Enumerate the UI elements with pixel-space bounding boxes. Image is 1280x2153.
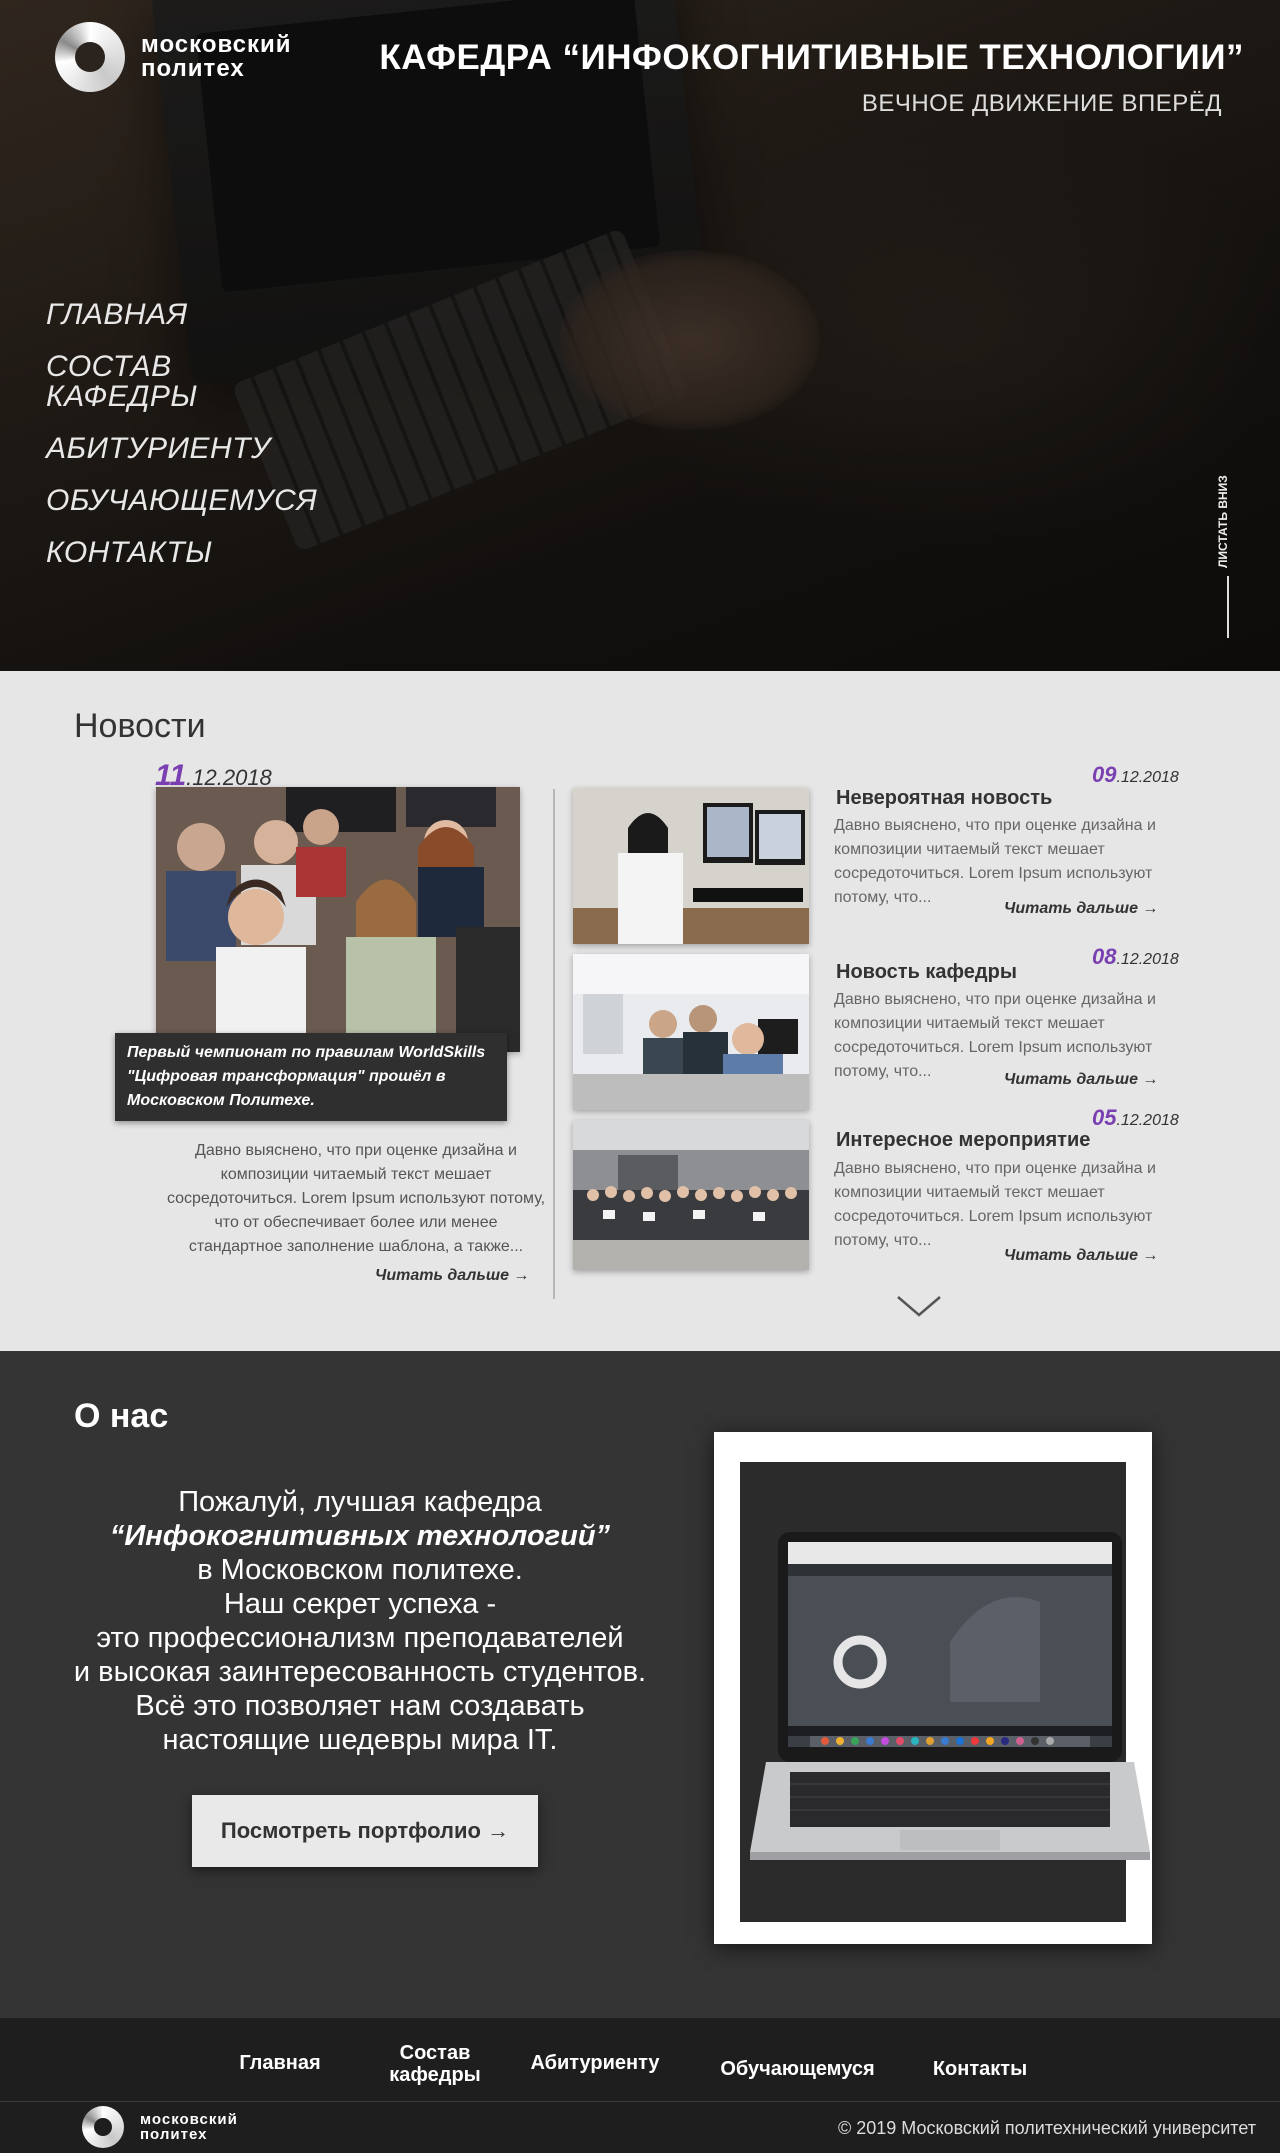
side-nav-item-applicant[interactable]: АБИТУРИЕНТУ [46, 434, 317, 464]
footer-nav-item-home[interactable]: Главная [220, 2052, 340, 2074]
news-item-read-more-link[interactable]: Читать дальше → [1004, 1247, 1158, 1265]
about-section: О нас Пожалуй, лучшая кафедра “Инфокогни… [0, 1351, 1280, 2018]
footer-nav-item-staff[interactable]: Состав кафедры [375, 2042, 495, 2086]
footer-nav-item-contacts[interactable]: Контакты [915, 2058, 1045, 2080]
footer-nav-item-applicant[interactable]: Абитуриенту [525, 2052, 665, 2074]
page-subtitle: ВЕЧНОЕ ДВИЖЕНИЕ ВПЕРЁД [861, 90, 1222, 117]
featured-news-photo[interactable] [156, 787, 520, 1052]
news-item-text: Давно выяснено, что при оценке дизайна и… [834, 817, 1156, 906]
scroll-down-hint[interactable]: ЛИСТАТЬ ВНИЗ [1216, 468, 1240, 638]
side-nav-item-staff[interactable]: СОСТАВ КАФЕДРЫ [46, 352, 246, 412]
news-item-text: Давно выяснено, что при оценке дизайна и… [834, 1160, 1156, 1249]
footer-nav: Главная Состав кафедры Абитуриенту Обуча… [0, 2018, 1280, 2102]
news-item-date: 05.12.2018 [1092, 1105, 1179, 1130]
news-item-title[interactable]: Интересное мероприятие [836, 1129, 1090, 1152]
footer-logo-text: московский политех [140, 2111, 238, 2143]
logo-ring-icon [55, 22, 125, 92]
portfolio-button[interactable]: Посмотреть портфолио → [192, 1795, 538, 1867]
news-item-thumbnail[interactable] [573, 788, 809, 944]
side-nav-item-home[interactable]: ГЛАВНАЯ [46, 300, 317, 330]
logo-ring-icon [82, 2106, 124, 2148]
copyright-text: © 2019 Московский политехнический универ… [837, 2118, 1256, 2138]
about-text: Пожалуй, лучшая кафедра “Инфокогнитивных… [73, 1486, 647, 1756]
side-nav: ГЛАВНАЯ СОСТАВ КАФЕДРЫ АБИТУРИЕНТУ ОБУЧА… [46, 300, 317, 590]
news-divider [553, 789, 555, 1299]
about-heading: О нас [74, 1397, 169, 1435]
news-item-read-more-link[interactable]: Читать дальше → [1004, 1071, 1158, 1089]
news-item-thumbnail[interactable] [573, 1120, 809, 1270]
portfolio-mockup-image [714, 1432, 1152, 1944]
news-item-date: 09.12.2018 [1092, 762, 1179, 787]
news-section: Новости 11.12.2018 Первый чемпионат по п… [0, 671, 1280, 1351]
side-nav-item-contacts[interactable]: КОНТАКТЫ [46, 538, 317, 568]
footer-logo[interactable]: московский политех [82, 2106, 250, 2148]
news-item-text: Давно выяснено, что при оценке дизайна и… [834, 991, 1156, 1080]
chevron-down-icon[interactable] [894, 1291, 944, 1321]
scroll-down-line [1227, 576, 1229, 638]
news-item-title[interactable]: Новость кафедры [836, 961, 1017, 984]
page-title: КАФЕДРА “ИНФОКОГНИТИВНЫЕ ТЕХНОЛОГИИ” [379, 38, 1244, 77]
featured-news-text: Давно выяснено, что при оценке дизайна и… [166, 1142, 546, 1255]
hero-section: московский политех КАФЕДРА “ИНФОКОГНИТИВ… [0, 0, 1280, 671]
news-item-title[interactable]: Невероятная новость [836, 787, 1052, 810]
news-item-read-more-link[interactable]: Читать дальше → [1004, 900, 1158, 918]
featured-news-caption: Первый чемпионат по правилам WorldSkills… [115, 1033, 507, 1121]
logo-text: московский политех [141, 31, 292, 82]
footer-nav-item-student[interactable]: Обучающемуся [710, 2058, 885, 2080]
news-item-date: 08.12.2018 [1092, 944, 1179, 969]
news-heading: Новости [74, 707, 206, 745]
news-item-thumbnail[interactable] [573, 954, 809, 1110]
featured-news-read-more-link[interactable]: Читать дальше → [375, 1267, 529, 1285]
side-nav-item-student[interactable]: ОБУЧАЮЩЕМУСЯ [46, 486, 317, 516]
site-footer: Главная Состав кафедры Абитуриенту Обуча… [0, 2018, 1280, 2153]
scroll-down-label: ЛИСТАТЬ ВНИЗ [1216, 475, 1230, 568]
site-logo[interactable]: московский политех [55, 22, 311, 92]
